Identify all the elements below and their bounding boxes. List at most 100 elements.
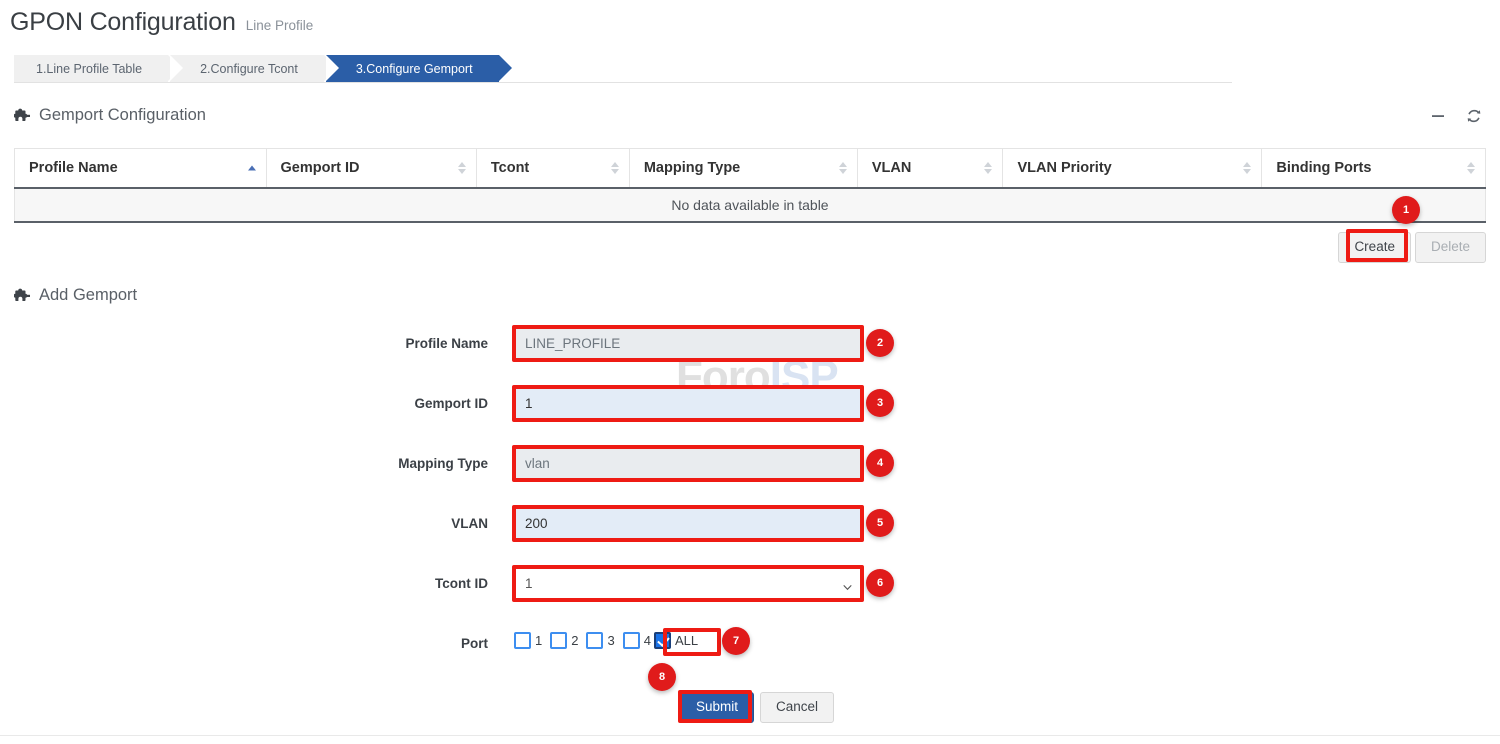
column-label: Tcont <box>491 160 529 176</box>
page-header: GPON Configuration Line Profile <box>10 8 313 37</box>
refresh-icon[interactable] <box>1466 108 1482 124</box>
gemport-configuration-panel-header: Gemport Configuration <box>14 106 206 125</box>
column-label: Gemport ID <box>281 160 360 176</box>
wizard-step-configure-gemport[interactable]: 3.Configure Gemport <box>326 55 499 82</box>
annotation-badge-4: 4 <box>866 449 894 477</box>
page-title: GPON Configuration <box>10 8 236 37</box>
submit-button[interactable]: Submit <box>680 692 754 723</box>
sort-asc-icon <box>248 165 256 170</box>
port-checkbox-1-group[interactable]: 1 <box>514 632 542 649</box>
column-label: Profile Name <box>29 160 118 176</box>
form-row-profile-name: Profile Name <box>0 322 1500 382</box>
port-checkbox-4-label: 4 <box>644 633 651 648</box>
port-control: 1 2 3 4 ALL <box>514 632 706 649</box>
tcont-id-label: Tcont ID <box>268 576 488 591</box>
add-gemport-section-header: Add Gemport <box>14 286 137 305</box>
port-checkbox-1[interactable] <box>514 632 531 649</box>
port-checkbox-2-label: 2 <box>571 633 578 648</box>
port-checkbox-all-group[interactable]: ALL <box>654 632 698 649</box>
gpon-configuration-page: GPON Configuration Line Profile 1.Line P… <box>0 0 1500 744</box>
panel-tools <box>1430 108 1482 124</box>
form-footer-actions: Submit Cancel <box>680 692 834 723</box>
column-label: Binding Ports <box>1276 160 1371 176</box>
vlan-label: VLAN <box>268 516 488 531</box>
minimize-icon[interactable] <box>1430 108 1446 124</box>
page-subtitle: Line Profile <box>246 18 314 33</box>
tcont-id-select[interactable]: 1 <box>514 567 862 600</box>
wizard-step-label: 1.Line Profile Table <box>36 62 142 76</box>
table-empty-message: No data available in table <box>15 188 1486 222</box>
gemport-id-label: Gemport ID <box>268 396 488 411</box>
gemport-table: Profile Name Gemport ID Tcont Mapping Ty… <box>14 148 1486 223</box>
delete-button[interactable]: Delete <box>1415 232 1486 263</box>
sort-icon <box>1243 162 1251 174</box>
create-button[interactable]: Create <box>1338 232 1411 263</box>
add-gemport-form: Profile Name Gemport ID Mapping Type VLA… <box>0 322 1500 682</box>
cancel-button[interactable]: Cancel <box>760 692 834 723</box>
annotation-badge-6: 6 <box>866 569 894 597</box>
column-header-binding-ports[interactable]: Binding Ports <box>1262 149 1486 188</box>
port-checkbox-4-group[interactable]: 4 <box>623 632 651 649</box>
sort-icon <box>839 162 847 174</box>
annotation-badge-1: 1 <box>1392 196 1420 224</box>
sort-icon <box>984 162 992 174</box>
annotation-badge-8: 8 <box>648 663 676 691</box>
form-row-vlan: VLAN <box>0 502 1500 562</box>
port-checkbox-2-group[interactable]: 2 <box>550 632 578 649</box>
wizard-step-line-profile-table[interactable]: 1.Line Profile Table <box>14 55 168 82</box>
table-action-buttons: Create Delete <box>1338 232 1486 263</box>
port-label: Port <box>268 636 488 651</box>
vlan-control <box>514 507 862 540</box>
column-header-profile-name[interactable]: Profile Name <box>15 149 267 188</box>
column-header-vlan-priority[interactable]: VLAN Priority <box>1003 149 1262 188</box>
annotation-badge-5: 5 <box>866 509 894 537</box>
vlan-input[interactable] <box>514 507 862 540</box>
profile-name-control <box>514 327 862 360</box>
wizard-steps: 1.Line Profile Table 2.Configure Tcont 3… <box>14 55 501 82</box>
port-checkbox-3[interactable] <box>586 632 603 649</box>
column-label: VLAN <box>872 160 911 176</box>
table-header-row: Profile Name Gemport ID Tcont Mapping Ty… <box>15 149 1486 188</box>
form-row-port: Port 1 2 3 <box>0 622 1500 682</box>
sort-icon <box>458 162 466 174</box>
gemport-id-control <box>514 387 862 420</box>
port-checkbox-4[interactable] <box>623 632 640 649</box>
mapping-type-control <box>514 447 862 480</box>
puzzle-icon <box>14 288 30 304</box>
tcont-id-control: 1 <box>514 567 862 600</box>
column-label: Mapping Type <box>644 160 740 176</box>
column-header-vlan[interactable]: VLAN <box>857 149 1003 188</box>
mapping-type-input[interactable] <box>514 447 862 480</box>
gemport-id-input[interactable] <box>514 387 862 420</box>
puzzle-icon <box>14 108 30 124</box>
mapping-type-label: Mapping Type <box>268 456 488 471</box>
add-gemport-title: Add Gemport <box>39 286 137 305</box>
form-row-gemport-id: Gemport ID <box>0 382 1500 442</box>
column-header-tcont[interactable]: Tcont <box>476 149 629 188</box>
port-checkbox-all[interactable] <box>654 632 671 649</box>
form-row-tcont-id: Tcont ID 1 <box>0 562 1500 622</box>
wizard-divider <box>14 82 1232 83</box>
wizard-step-label: 2.Configure Tcont <box>200 62 298 76</box>
port-checkbox-3-label: 3 <box>607 633 614 648</box>
port-checkbox-1-label: 1 <box>535 633 542 648</box>
column-header-mapping-type[interactable]: Mapping Type <box>629 149 857 188</box>
profile-name-label: Profile Name <box>268 336 488 351</box>
footer-divider <box>0 735 1500 736</box>
wizard-step-configure-tcont[interactable]: 2.Configure Tcont <box>170 55 324 82</box>
form-row-mapping-type: Mapping Type <box>0 442 1500 502</box>
port-checkbox-2[interactable] <box>550 632 567 649</box>
panel-title: Gemport Configuration <box>39 106 206 125</box>
wizard-step-label: 3.Configure Gemport <box>356 62 473 76</box>
sort-icon <box>1467 162 1475 174</box>
annotation-badge-7: 7 <box>722 627 750 655</box>
annotation-badge-3: 3 <box>866 389 894 417</box>
column-label: VLAN Priority <box>1017 160 1111 176</box>
port-checkbox-all-label: ALL <box>675 633 698 648</box>
column-header-gemport-id[interactable]: Gemport ID <box>266 149 476 188</box>
table-empty-row: No data available in table <box>15 188 1486 222</box>
annotation-badge-2: 2 <box>866 329 894 357</box>
port-checkbox-3-group[interactable]: 3 <box>586 632 614 649</box>
profile-name-input[interactable] <box>514 327 862 360</box>
sort-icon <box>611 162 619 174</box>
